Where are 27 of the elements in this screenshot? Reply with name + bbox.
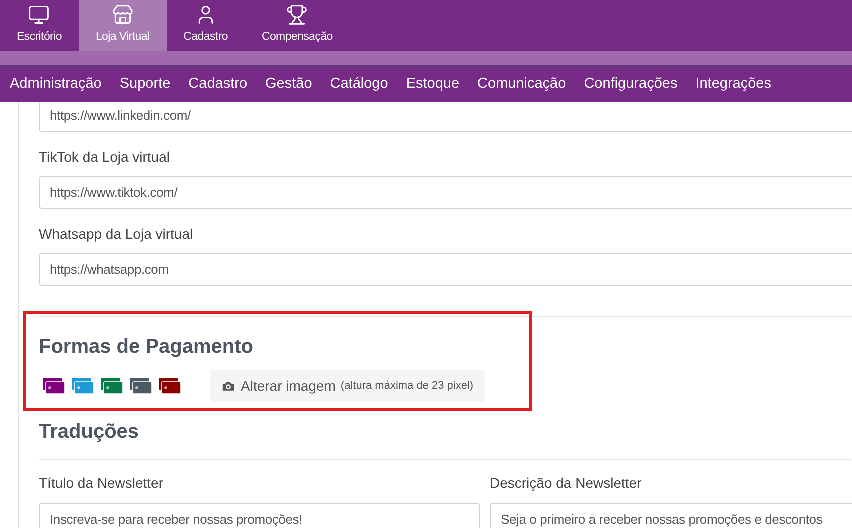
section-heading: Formas de Pagamento xyxy=(39,335,255,360)
menu-item[interactable]: Integrações xyxy=(696,74,772,96)
input-field[interactable]: https://whatsapp.com xyxy=(39,253,852,286)
input-field[interactable]: Inscreva-se para receber nossas promoções! xyxy=(39,503,480,528)
input-field[interactable]: Seja o primeiro a receber nossas promoções e descontos xyxy=(490,503,852,528)
menu-item[interactable]: Suporte xyxy=(120,74,171,96)
trophy-icon xyxy=(286,4,308,26)
field-label: Título da Newsletter xyxy=(39,474,164,493)
monitor-icon xyxy=(28,4,50,26)
menu-item[interactable]: Cadastro xyxy=(188,74,248,96)
menu-item[interactable]: Gestão xyxy=(266,74,312,96)
section-heading: Traduções xyxy=(39,420,140,445)
field-label: Whatsapp da Loja virtual xyxy=(39,225,194,244)
top-tab[interactable]: Escritório xyxy=(0,0,79,51)
input-field[interactable]: https://www.linkedin.com/ xyxy=(39,102,852,132)
change-image-button[interactable]: Alterar imagem (altura máxima de 23 pixel) xyxy=(210,370,485,402)
top-tab[interactable]: Compensação xyxy=(244,0,350,51)
storefront-icon xyxy=(112,4,134,26)
field-label: TikTok da Loja virtual xyxy=(39,148,171,167)
menu-item[interactable]: Configurações xyxy=(584,74,678,96)
menu-item[interactable]: Comunicação xyxy=(478,74,566,96)
input-field[interactable]: https://www.tiktok.com/ xyxy=(39,176,852,209)
menu-item[interactable]: Estoque xyxy=(406,74,460,96)
menu-item[interactable]: Catálogo xyxy=(330,74,388,96)
top-tab[interactable]: Cadastro xyxy=(166,0,245,51)
menu-item[interactable]: Administração xyxy=(10,74,102,96)
field-label: Descrição da Newsletter xyxy=(490,474,643,493)
